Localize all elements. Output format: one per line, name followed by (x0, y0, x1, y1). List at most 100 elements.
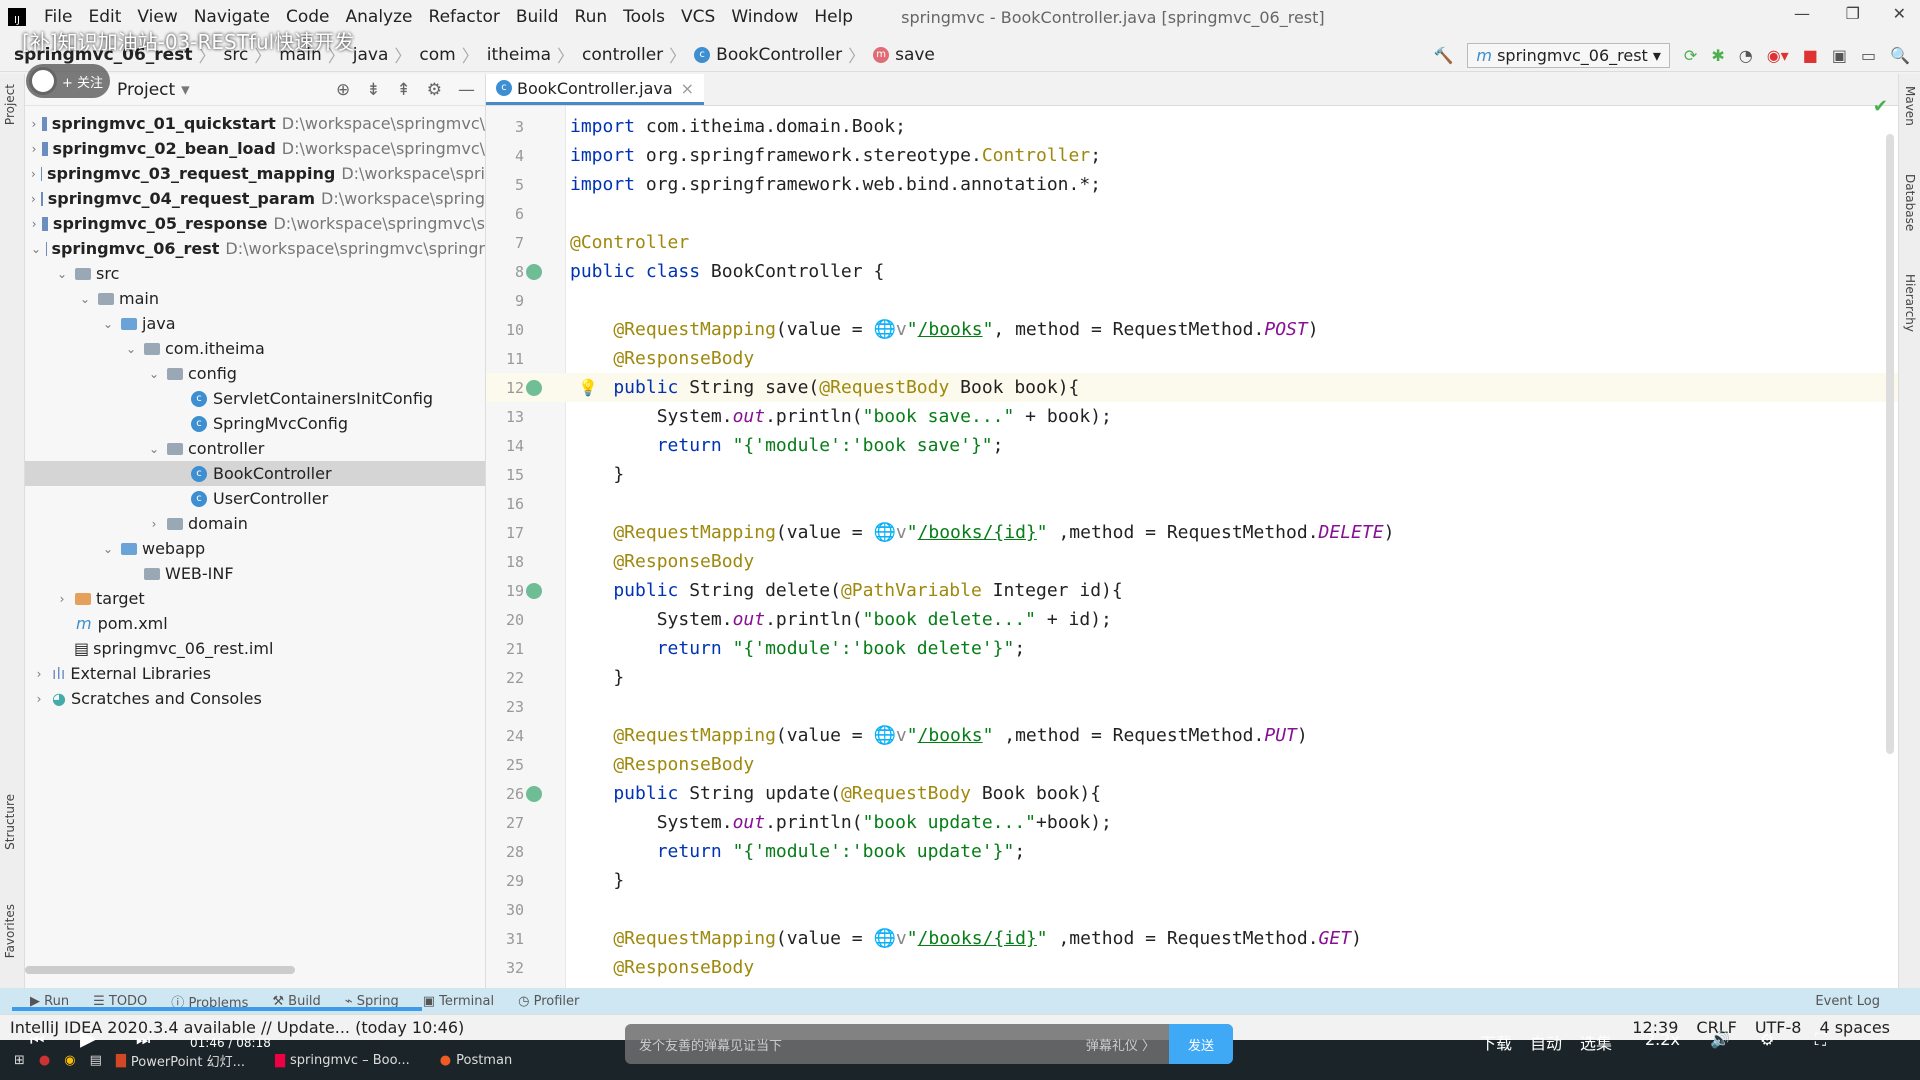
code-line[interactable]: 25 @ResponseBody (486, 750, 1898, 779)
volume-icon[interactable]: 🔊 (1710, 1030, 1730, 1049)
breadcrumb-item[interactable]: BookController (716, 45, 842, 65)
hide-icon[interactable]: — (458, 80, 475, 100)
chevron-right-icon[interactable]: › (31, 142, 37, 156)
code-line[interactable]: 8 public class BookController { (486, 257, 1898, 286)
tree-item[interactable]: › ◕ Scratches and Consoles (25, 686, 485, 711)
expand-all-icon[interactable]: ⇟ (366, 80, 380, 100)
chevron-right-icon[interactable]: › (31, 117, 37, 131)
indent-setting[interactable]: 4 spaces (1819, 1018, 1890, 1037)
menu-help[interactable]: Help (814, 7, 853, 27)
menu-refactor[interactable]: Refactor (429, 7, 500, 27)
code-line[interactable]: 17 @RequestMapping(value = 🌐v"/books/{id… (486, 518, 1898, 547)
breadcrumb-item[interactable]: save (895, 45, 935, 65)
project-view-select[interactable]: Project (117, 80, 175, 100)
close-button[interactable]: ✕ (1893, 4, 1906, 23)
maven-tool-button[interactable]: Maven (1903, 86, 1917, 126)
code-line[interactable]: 4 import org.springframework.stereotype.C… (486, 141, 1898, 170)
tree-item[interactable]: ⌄ config (25, 361, 485, 386)
chevron-down-icon[interactable]: ⌄ (100, 317, 116, 331)
tree-item[interactable]: ⌄ com.itheima (25, 336, 485, 361)
build-hammer-icon[interactable]: 🔨 (1434, 46, 1454, 65)
fullscreen-icon[interactable]: ⛶ (1815, 1030, 1826, 1050)
code-line[interactable]: 6 (486, 199, 1898, 228)
status-message[interactable]: IntelliJ IDEA 2020.3.4 available // Upda… (10, 1018, 464, 1037)
chevron-down-icon[interactable]: ⌄ (100, 542, 116, 556)
chevron-down-icon[interactable]: ⌄ (146, 442, 162, 456)
menu-tools[interactable]: Tools (623, 7, 665, 27)
spring-bean-gutter-icon[interactable] (526, 263, 542, 280)
taskbar-intellij[interactable]: ▇ springmvc – Boo... (275, 1053, 410, 1068)
chevron-right-icon[interactable]: › (54, 592, 70, 606)
code-line[interactable]: 12 💡 public String save(@RequestBody Book… (486, 373, 1898, 402)
menu-navigate[interactable]: Navigate (194, 7, 270, 27)
tree-item[interactable]: › springmvc_03_request_mapping D:\workspac… (25, 161, 485, 186)
spring-bean-gutter-icon[interactable] (526, 582, 542, 599)
code-line[interactable]: 19 public String delete(@PathVariable In… (486, 576, 1898, 605)
database-tool-button[interactable]: Database (1903, 174, 1917, 231)
inspection-ok-icon[interactable]: ✔ (1873, 96, 1888, 117)
structure-tool-button[interactable]: Structure (3, 794, 17, 850)
tree-item[interactable]: c SpringMvcConfig (25, 411, 485, 436)
favorites-tool-button[interactable]: Favorites (3, 904, 17, 958)
code-line[interactable]: 29 } (486, 866, 1898, 895)
menu-edit[interactable]: Edit (88, 7, 121, 27)
code-line[interactable]: 31 @RequestMapping(value = 🌐v"/books/{id… (486, 924, 1898, 953)
taskbar-postman[interactable]: ● Postman (440, 1053, 512, 1068)
chevron-down-icon[interactable]: ⌄ (54, 267, 70, 281)
tree-item[interactable]: ⌄ springmvc_06_rest D:\workspace\springmvc… (25, 236, 485, 261)
auto-quality-button[interactable]: 自动 (1530, 1030, 1562, 1054)
menu-window[interactable]: Window (731, 7, 798, 27)
debug-icon[interactable]: ✱ (1711, 46, 1724, 65)
code-line[interactable]: 13 System.out.println("book save..." + b… (486, 402, 1898, 431)
follow-button[interactable]: + 关注 (26, 64, 110, 98)
code-line[interactable]: 24 @RequestMapping(value = 🌐v"/books" ,m… (486, 721, 1898, 750)
code-line[interactable]: 14 return "{'module':'book save'}"; (486, 431, 1898, 460)
code-line[interactable]: 32 @ResponseBody (486, 953, 1898, 982)
code-line[interactable]: 16 (486, 489, 1898, 518)
rerun-icon[interactable]: ⟳ (1684, 46, 1697, 65)
download-button[interactable]: 下载 (1480, 1030, 1512, 1054)
code-line[interactable]: 30 (486, 895, 1898, 924)
event-log-button[interactable]: Event Log (1815, 994, 1920, 1009)
breadcrumb-item[interactable]: com (419, 45, 455, 65)
tab-bookcontroller[interactable]: c BookController.java × (486, 74, 705, 105)
profiler-icon[interactable]: ◉▾ (1767, 46, 1789, 65)
project-structure-icon[interactable]: ▣ (1832, 46, 1847, 65)
tree-item[interactable]: ⌄ controller (25, 436, 485, 461)
code-area[interactable]: 3 import com.itheima.domain.Book; 4 import … (486, 112, 1898, 982)
settings-icon[interactable]: ⚙ (1760, 1030, 1774, 1049)
stop-icon[interactable]: ■ (1803, 46, 1818, 65)
menu-build[interactable]: Build (516, 7, 559, 27)
code-line[interactable]: 21 return "{'module':'book delete'}"; (486, 634, 1898, 663)
hierarchy-tool-button[interactable]: Hierarchy (1903, 274, 1917, 332)
chevron-down-icon[interactable]: ⌄ (146, 367, 162, 381)
collapse-all-icon[interactable]: ⇞ (397, 80, 411, 100)
tree-item[interactable]: c BookController (25, 461, 485, 486)
video-progress-bar[interactable] (12, 1007, 422, 1011)
menu-analyze[interactable]: Analyze (346, 7, 413, 27)
code-line[interactable]: 3 import com.itheima.domain.Book; (486, 112, 1898, 141)
code-line[interactable]: 26 public String update(@RequestBody Boo… (486, 779, 1898, 808)
tree-item[interactable]: ⌄ java (25, 311, 485, 336)
tree-item[interactable]: c UserController (25, 486, 485, 511)
maximize-button[interactable]: ❐ (1846, 4, 1860, 23)
code-line[interactable]: 28 return "{'module':'book update'}"; (486, 837, 1898, 866)
tree-item[interactable]: c ServletContainersInitConfig (25, 386, 485, 411)
chevron-right-icon[interactable]: › (31, 192, 36, 206)
run-config-select[interactable]: m springmvc_06_rest ▾ (1467, 42, 1670, 68)
chevron-down-icon[interactable]: ⌄ (123, 342, 139, 356)
tree-item[interactable]: › springmvc_02_bean_load D:\workspace\spri… (25, 136, 485, 161)
menu-vcs[interactable]: VCS (681, 7, 715, 27)
code-line[interactable]: 9 (486, 286, 1898, 315)
code-line[interactable]: 15 } (486, 460, 1898, 489)
tool-tab-terminal[interactable]: ▣ Terminal (423, 994, 494, 1009)
menu-run[interactable]: Run (575, 7, 608, 27)
chrome-icon[interactable]: ◉ (64, 1053, 75, 1068)
code-line[interactable]: 11 @ResponseBody (486, 344, 1898, 373)
spring-bean-gutter-icon[interactable] (526, 785, 542, 802)
taskbar-powerpoint[interactable]: ▇ PowerPoint 幻灯... (116, 1051, 245, 1070)
chevron-right-icon[interactable]: › (146, 517, 162, 531)
explorer-icon[interactable]: ▤ (90, 1053, 102, 1068)
close-tab-icon[interactable]: × (681, 79, 694, 98)
tree-item[interactable]: ⌄ src (25, 261, 485, 286)
